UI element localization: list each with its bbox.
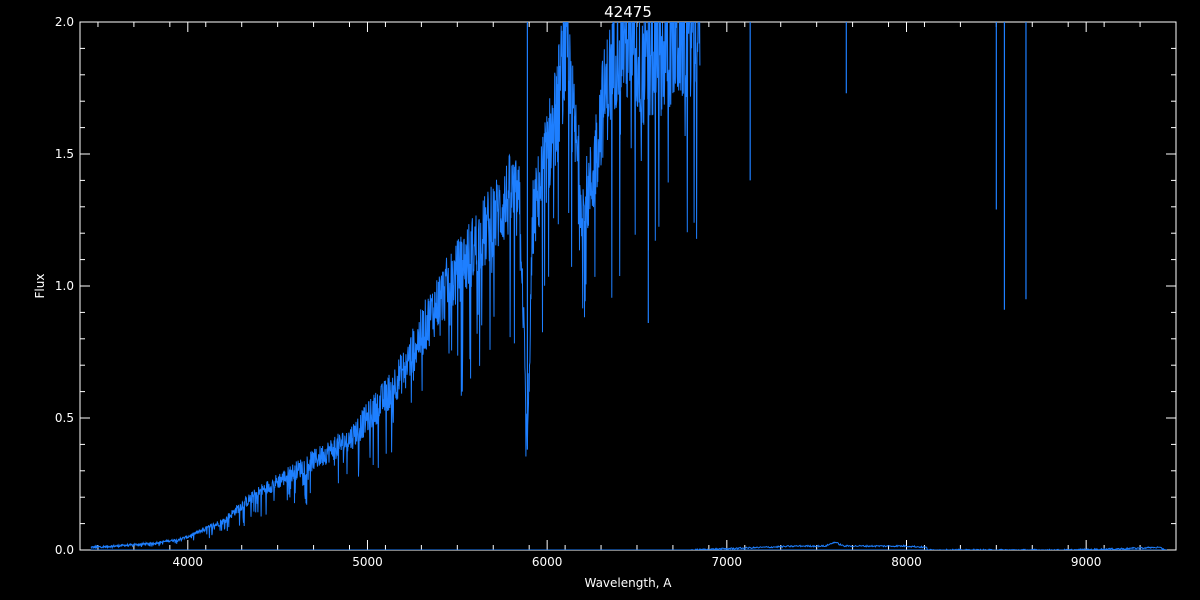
x-tick-label: 8000 [891,555,922,569]
series-clip-group [90,22,1168,550]
series-line [90,22,701,550]
y-tick-label: 0.5 [55,411,74,425]
chart-title: 42475 [604,3,652,21]
spectrum-chart: 4000 5000 6000 7000 8000 90000.00.51.01.52.0 … [33,3,1177,590]
axis-ticks [80,21,1176,551]
y-tick-label: 1.5 [55,147,74,161]
y-tick-label: 2.0 [55,15,74,29]
x-tick-label: 4000 [173,555,204,569]
y-axis-label: Flux [33,274,47,299]
y-tick-label: 1.0 [55,279,74,293]
axis-tick-labels: 4000 5000 6000 7000 8000 9000 0.0 0.5 1.0 1.5 2.0 [55,15,1102,569]
x-tick-label: 7000 [712,555,743,569]
x-axis-label: Wavelength, A [584,576,672,590]
y-tick-label: 0.0 [55,543,74,557]
plot-frame [79,21,1177,551]
plot-frame-group [79,21,1177,551]
x-tick-label: 9000 [1071,555,1102,569]
x-tick-label: 6000 [532,555,563,569]
x-tick-label: 5000 [352,555,383,569]
series-group [90,22,1168,550]
